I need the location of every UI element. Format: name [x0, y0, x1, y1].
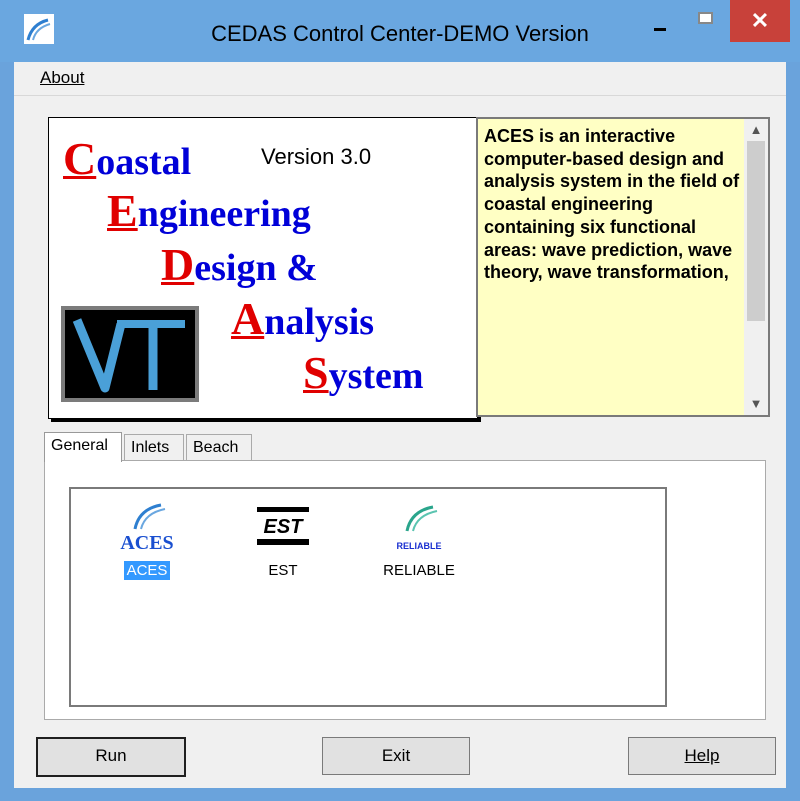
svg-text:RELIABLE: RELIABLE [397, 541, 442, 551]
description-scrollbar[interactable]: ▲ ▼ [744, 119, 768, 415]
scroll-down-icon[interactable]: ▼ [744, 393, 768, 415]
minimize-button[interactable] [632, 0, 686, 42]
application-window: CEDAS Control Center-DEMO Version ✕ Abou… [0, 0, 800, 801]
description-box[interactable]: ACES is an interactive computer-based de… [476, 117, 770, 417]
title-bar[interactable]: CEDAS Control Center-DEMO Version ✕ [0, 0, 800, 62]
logo-line-coastal: Coastal [63, 133, 192, 184]
menu-bar: About [14, 62, 786, 96]
vt-logo-icon [61, 306, 199, 402]
aces-icon: ACES [117, 503, 177, 554]
version-label: Version 3.0 [261, 144, 372, 169]
svg-text:ACES: ACES [120, 532, 173, 553]
reliable-icon: RELIABLE [389, 503, 449, 553]
program-label-reliable: RELIABLE [383, 562, 455, 579]
menu-about[interactable]: About [40, 68, 84, 88]
scroll-thumb[interactable] [747, 141, 765, 321]
menu-about-label: About [40, 68, 85, 87]
est-icon: EST [253, 503, 313, 553]
logo-line-engineering: Engineering [107, 185, 311, 236]
svg-text:EST: EST [264, 516, 305, 538]
program-label-aces: ACES [123, 561, 171, 580]
maximize-icon [698, 12, 713, 24]
help-button-label: Help [684, 746, 720, 765]
tab-inlets[interactable]: Inlets [124, 434, 184, 460]
scroll-up-icon[interactable]: ▲ [744, 119, 768, 141]
close-icon: ✕ [750, 8, 770, 33]
maximize-button[interactable] [686, 0, 730, 42]
program-item-est[interactable]: EST EST [223, 503, 343, 580]
help-button[interactable]: Help [628, 737, 776, 775]
program-list[interactable]: ACES ACES EST EST RELIABLE RELIABLE [69, 487, 667, 707]
tab-general[interactable]: General [44, 432, 122, 462]
program-item-aces[interactable]: ACES ACES [87, 503, 207, 580]
client-area: About Coastal Version 3.0 Engineering De… [14, 62, 786, 788]
tab-beach[interactable]: Beach [186, 434, 252, 460]
logo-line-analysis: Analysis [231, 293, 375, 344]
run-button[interactable]: Run [36, 737, 186, 777]
program-item-reliable[interactable]: RELIABLE RELIABLE [359, 503, 479, 580]
logo-line-design: Design & [161, 239, 318, 290]
exit-button[interactable]: Exit [322, 737, 470, 775]
description-text: ACES is an interactive computer-based de… [484, 126, 740, 283]
close-button[interactable]: ✕ [730, 0, 790, 42]
logo-line-system: System [303, 347, 424, 398]
cedas-logo: Coastal Version 3.0 Engineering Design &… [48, 117, 478, 419]
program-label-est: EST [268, 562, 298, 579]
tab-panel-general: ACES ACES EST EST RELIABLE RELIABLE [44, 460, 766, 720]
minimize-icon [654, 28, 666, 31]
